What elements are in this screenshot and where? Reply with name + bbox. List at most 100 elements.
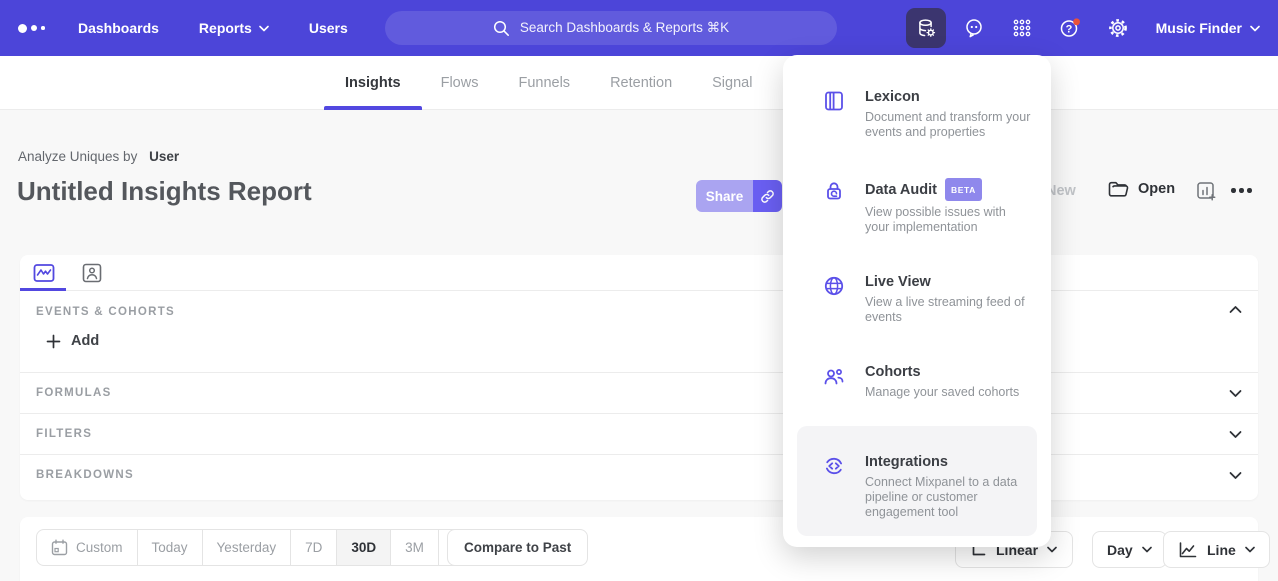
- share-button-group: Share: [696, 180, 782, 212]
- chevron-down-icon: [1250, 25, 1260, 32]
- tab-retention[interactable]: Retention: [610, 56, 672, 110]
- add-to-dashboard-button[interactable]: [1196, 181, 1217, 202]
- range-custom[interactable]: Custom: [37, 530, 138, 565]
- more-options-button[interactable]: [1231, 188, 1252, 193]
- profiles-view-tab[interactable]: [80, 262, 104, 284]
- nav-right-icons: ? Music Finder: [906, 0, 1260, 56]
- menu-item-title: Live View: [865, 273, 1033, 291]
- formulas-label: FORMULAS: [36, 387, 112, 399]
- tab-insights[interactable]: Insights: [345, 56, 401, 110]
- tab-signal[interactable]: Signal: [712, 56, 752, 110]
- link-icon: [759, 188, 776, 205]
- menu-item-title: Data Audit BETA: [865, 178, 1033, 201]
- breakdowns-section[interactable]: BREAKDOWNS: [20, 454, 1258, 495]
- query-builder-card: EVENTS & COHORTS Add FORMULAS FILTERS BR…: [20, 255, 1258, 500]
- plus-icon: [46, 334, 61, 349]
- menu-item-live-view[interactable]: Live View View a live streaming feed of …: [822, 273, 1033, 325]
- expand-filters-button[interactable]: [1229, 430, 1242, 439]
- chart-toolbar-card: Custom Today Yesterday 7D 30D 3M 6M 12M …: [20, 517, 1258, 581]
- events-cohorts-label: EVENTS & COHORTS: [36, 306, 175, 318]
- menu-item-title: Integrations: [865, 453, 1033, 471]
- line-chart-icon: [1178, 541, 1198, 559]
- expand-formulas-button[interactable]: [1229, 389, 1242, 398]
- top-nav: Dashboards Reports Users Search Dashboar…: [0, 0, 1278, 56]
- feedback-button[interactable]: [954, 8, 994, 48]
- breakdowns-label: BREAKDOWNS: [36, 469, 134, 481]
- menu-item-lexicon[interactable]: Lexicon Document and transform your even…: [822, 88, 1033, 140]
- chart-view-tab[interactable]: [32, 262, 56, 284]
- share-button[interactable]: Share: [696, 180, 753, 212]
- menu-item-title: Lexicon: [865, 88, 1033, 106]
- filters-label: FILTERS: [36, 428, 92, 440]
- nav-dashboards[interactable]: Dashboards: [78, 20, 159, 36]
- copy-link-button[interactable]: [753, 180, 782, 212]
- range-7d[interactable]: 7D: [291, 530, 337, 565]
- compare-to-past-button[interactable]: Compare to Past: [447, 529, 588, 566]
- menu-item-description: View possible issues with your implement…: [865, 205, 1033, 235]
- help-button[interactable]: ?: [1050, 8, 1090, 48]
- account-menu[interactable]: Music Finder: [1156, 20, 1260, 36]
- tab-funnels[interactable]: Funnels: [518, 56, 570, 110]
- open-label: Open: [1138, 181, 1175, 197]
- report-tab-bar: Insights Flows Funnels Retention Signal …: [0, 56, 1278, 110]
- interval-selector-button[interactable]: Day: [1092, 531, 1167, 568]
- menu-item-description: Manage your saved cohorts: [865, 385, 1019, 400]
- chart-type-selector-button[interactable]: Line: [1163, 531, 1270, 568]
- chart-view-icon: [33, 263, 55, 283]
- data-management-button[interactable]: [906, 8, 946, 48]
- feedback-icon: [963, 17, 985, 39]
- audit-lock-icon: [822, 179, 846, 203]
- apps-grid-icon: [1011, 17, 1033, 39]
- open-report-button[interactable]: Open: [1107, 179, 1175, 199]
- add-chart-icon: [1196, 181, 1217, 202]
- menu-item-description: Connect Mixpanel to a data pipeline or c…: [865, 475, 1033, 520]
- chevron-up-icon: [1229, 305, 1242, 314]
- range-30d[interactable]: 30D: [337, 530, 391, 565]
- menu-item-data-audit[interactable]: Data Audit BETA View possible issues wit…: [822, 178, 1033, 235]
- page-title[interactable]: Untitled Insights Report: [17, 176, 312, 207]
- breadcrumb: Analyze Uniques by User: [18, 149, 179, 164]
- tab-flows[interactable]: Flows: [441, 56, 479, 110]
- profiles-view-icon: [82, 263, 102, 283]
- nav-links: Dashboards Reports Users: [78, 20, 348, 36]
- more-dots-icon: [1231, 188, 1236, 193]
- help-icon: ?: [1058, 16, 1082, 40]
- search-input[interactable]: Search Dashboards & Reports ⌘K: [385, 11, 837, 45]
- mixpanel-logo[interactable]: [18, 0, 45, 56]
- globe-icon: [822, 274, 846, 298]
- menu-item-cohorts[interactable]: Cohorts Manage your saved cohorts: [822, 363, 1033, 400]
- chevron-down-icon: [1229, 471, 1242, 480]
- chevron-down-icon: [1245, 546, 1255, 553]
- menu-item-description: Document and transform your events and p…: [865, 110, 1033, 140]
- chevron-down-icon: [1229, 430, 1242, 439]
- menu-item-integrations[interactable]: Integrations Connect Mixpanel to a data …: [822, 453, 1033, 520]
- menu-item-title: Cohorts: [865, 363, 1019, 381]
- events-cohorts-section: EVENTS & COHORTS Add: [20, 291, 1258, 372]
- folder-icon: [1107, 179, 1129, 199]
- apps-grid-button[interactable]: [1002, 8, 1042, 48]
- data-management-icon: [915, 17, 937, 39]
- chevron-down-icon: [259, 25, 269, 32]
- formulas-section[interactable]: FORMULAS: [20, 372, 1258, 413]
- nav-users[interactable]: Users: [309, 20, 348, 36]
- chevron-down-icon: [1229, 389, 1242, 398]
- menu-item-description: View a live streaming feed of events: [865, 295, 1033, 325]
- beta-badge: BETA: [945, 178, 982, 201]
- filters-section[interactable]: FILTERS: [20, 413, 1258, 454]
- add-event-button[interactable]: Add: [46, 333, 99, 349]
- collapse-events-button[interactable]: [1229, 305, 1242, 314]
- search-icon: [493, 20, 510, 37]
- integrations-sync-icon: [822, 454, 846, 478]
- cohorts-people-icon: [822, 364, 846, 388]
- settings-button[interactable]: [1098, 8, 1138, 48]
- expand-breakdowns-button[interactable]: [1229, 471, 1242, 480]
- range-3m[interactable]: 3M: [391, 530, 439, 565]
- lexicon-book-icon: [822, 89, 846, 113]
- range-today[interactable]: Today: [138, 530, 203, 565]
- breadcrumb-value-user[interactable]: User: [149, 149, 179, 164]
- chevron-down-icon: [1047, 546, 1057, 553]
- nav-reports[interactable]: Reports: [199, 20, 269, 36]
- data-management-menu: Lexicon Document and transform your even…: [783, 55, 1051, 547]
- svg-text:?: ?: [1065, 24, 1072, 36]
- range-yesterday[interactable]: Yesterday: [203, 530, 292, 565]
